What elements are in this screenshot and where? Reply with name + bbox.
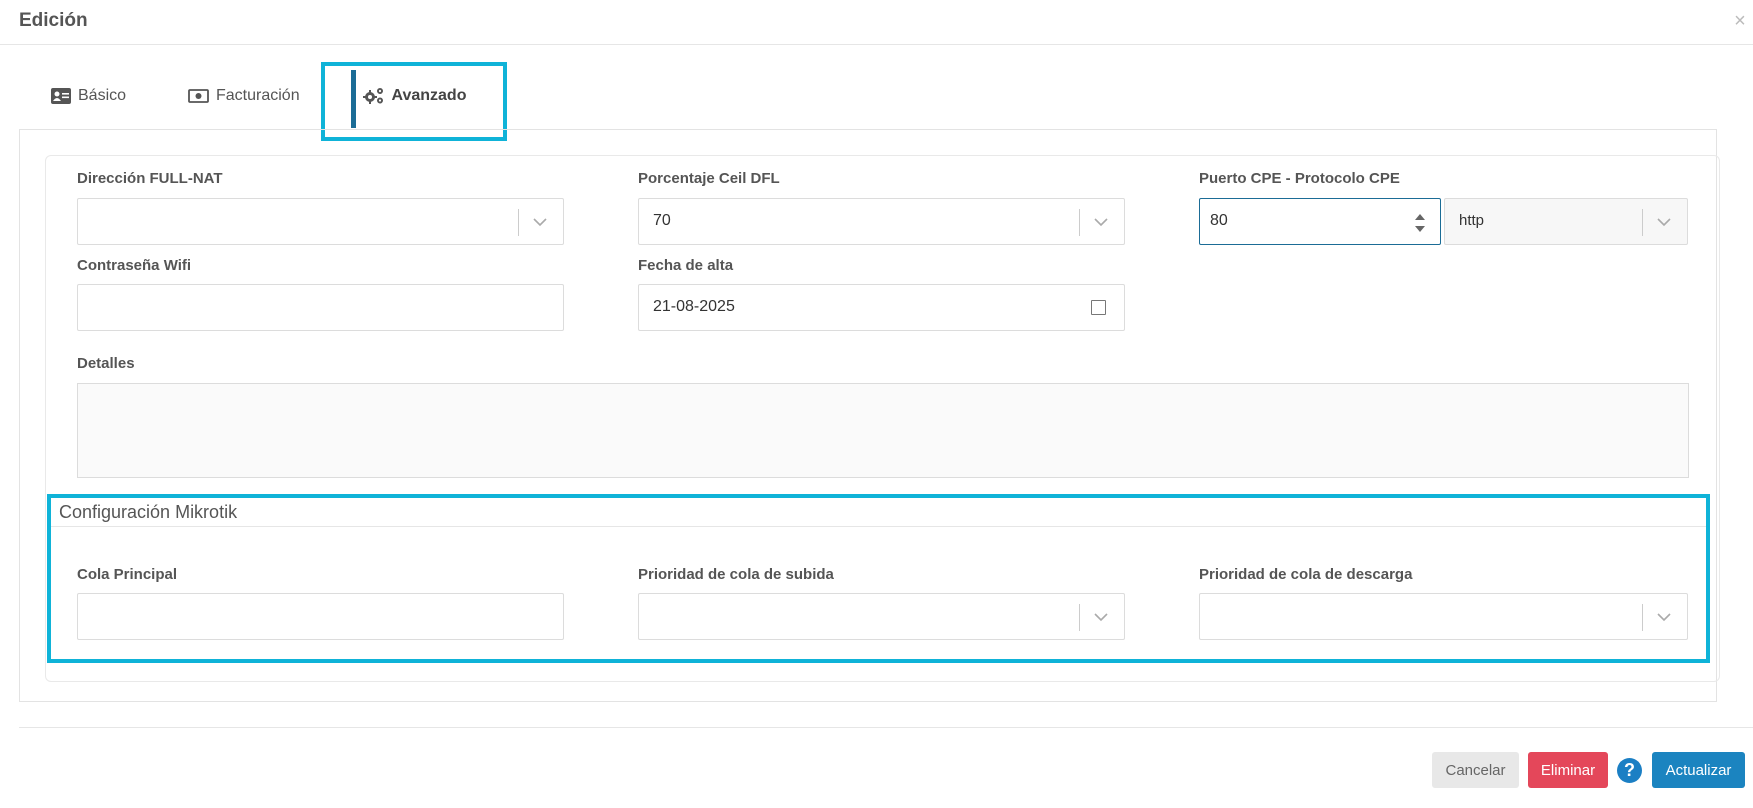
money-bill-icon xyxy=(188,89,209,103)
id-card-icon xyxy=(51,88,71,104)
prioridad-descarga-label: Prioridad de cola de descarga xyxy=(1199,566,1413,583)
tab-label: Facturación xyxy=(216,87,300,104)
footer-divider xyxy=(19,727,1753,728)
divider xyxy=(51,526,1706,527)
close-icon[interactable]: × xyxy=(1731,10,1749,33)
calendar-icon[interactable] xyxy=(1091,300,1106,315)
fecha-alta-input[interactable]: 21-08-2025 xyxy=(638,284,1125,331)
chevron-down-icon xyxy=(533,218,547,227)
modal-title: Edición xyxy=(19,10,88,31)
detalles-textarea[interactable] xyxy=(77,383,1689,478)
fecha-alta-label: Fecha de alta xyxy=(638,257,734,274)
full-nat-select[interactable] xyxy=(77,198,564,245)
prioridad-subida-label: Prioridad de cola de subida xyxy=(638,566,834,583)
ceil-dfl-value: 70 xyxy=(653,212,671,229)
cpe-protocol-value: http xyxy=(1459,212,1485,229)
wifi-password-label: Contraseña Wifi xyxy=(77,257,192,274)
select-separator xyxy=(1642,604,1643,631)
ceil-dfl-select[interactable]: 70 xyxy=(638,198,1125,245)
help-icon[interactable]: ? xyxy=(1617,758,1642,783)
tab-label: Avanzado xyxy=(391,87,467,104)
chevron-down-icon xyxy=(1657,218,1671,227)
wifi-password-input[interactable] xyxy=(77,284,564,331)
cancel-button[interactable]: Cancelar xyxy=(1432,752,1519,788)
tab-avanzado[interactable]: Avanzado xyxy=(325,62,505,130)
ceil-dfl-label: Porcentaje Ceil DFL xyxy=(638,170,780,187)
spinner-arrows-icon[interactable] xyxy=(1414,211,1426,235)
chevron-down-icon xyxy=(1094,218,1108,227)
prioridad-descarga-select[interactable] xyxy=(1199,593,1688,640)
tab-bar: Básico Facturación Avanzado xyxy=(19,62,1719,130)
modal-header: Edición × xyxy=(0,0,1753,45)
select-separator xyxy=(1642,209,1643,236)
cogs-icon xyxy=(362,87,385,105)
mikrotik-section-title: Configuración Mikrotik xyxy=(59,502,238,522)
cpe-port-value: 80 xyxy=(1210,212,1228,229)
update-button[interactable]: Actualizar xyxy=(1652,752,1745,788)
full-nat-label: Dirección FULL-NAT xyxy=(77,170,223,187)
select-separator xyxy=(1079,209,1080,236)
cpe-protocol-select[interactable]: http xyxy=(1444,198,1688,245)
cpe-port-input[interactable]: 80 xyxy=(1199,198,1441,245)
chevron-down-icon xyxy=(1094,613,1108,622)
select-separator xyxy=(518,209,519,236)
tab-facturacion[interactable]: Facturación xyxy=(188,62,300,130)
prioridad-subida-select[interactable] xyxy=(638,593,1125,640)
cpe-label: Puerto CPE - Protocolo CPE xyxy=(1199,170,1400,187)
cola-principal-input[interactable] xyxy=(77,593,564,640)
fecha-alta-value: 21-08-2025 xyxy=(653,298,735,315)
select-separator xyxy=(1079,604,1080,631)
delete-button[interactable]: Eliminar xyxy=(1528,752,1608,788)
chevron-down-icon xyxy=(1657,613,1671,622)
tab-label: Básico xyxy=(78,87,127,104)
detalles-label: Detalles xyxy=(77,355,135,372)
tab-basico[interactable]: Básico xyxy=(51,62,126,130)
cola-principal-label: Cola Principal xyxy=(77,566,178,583)
